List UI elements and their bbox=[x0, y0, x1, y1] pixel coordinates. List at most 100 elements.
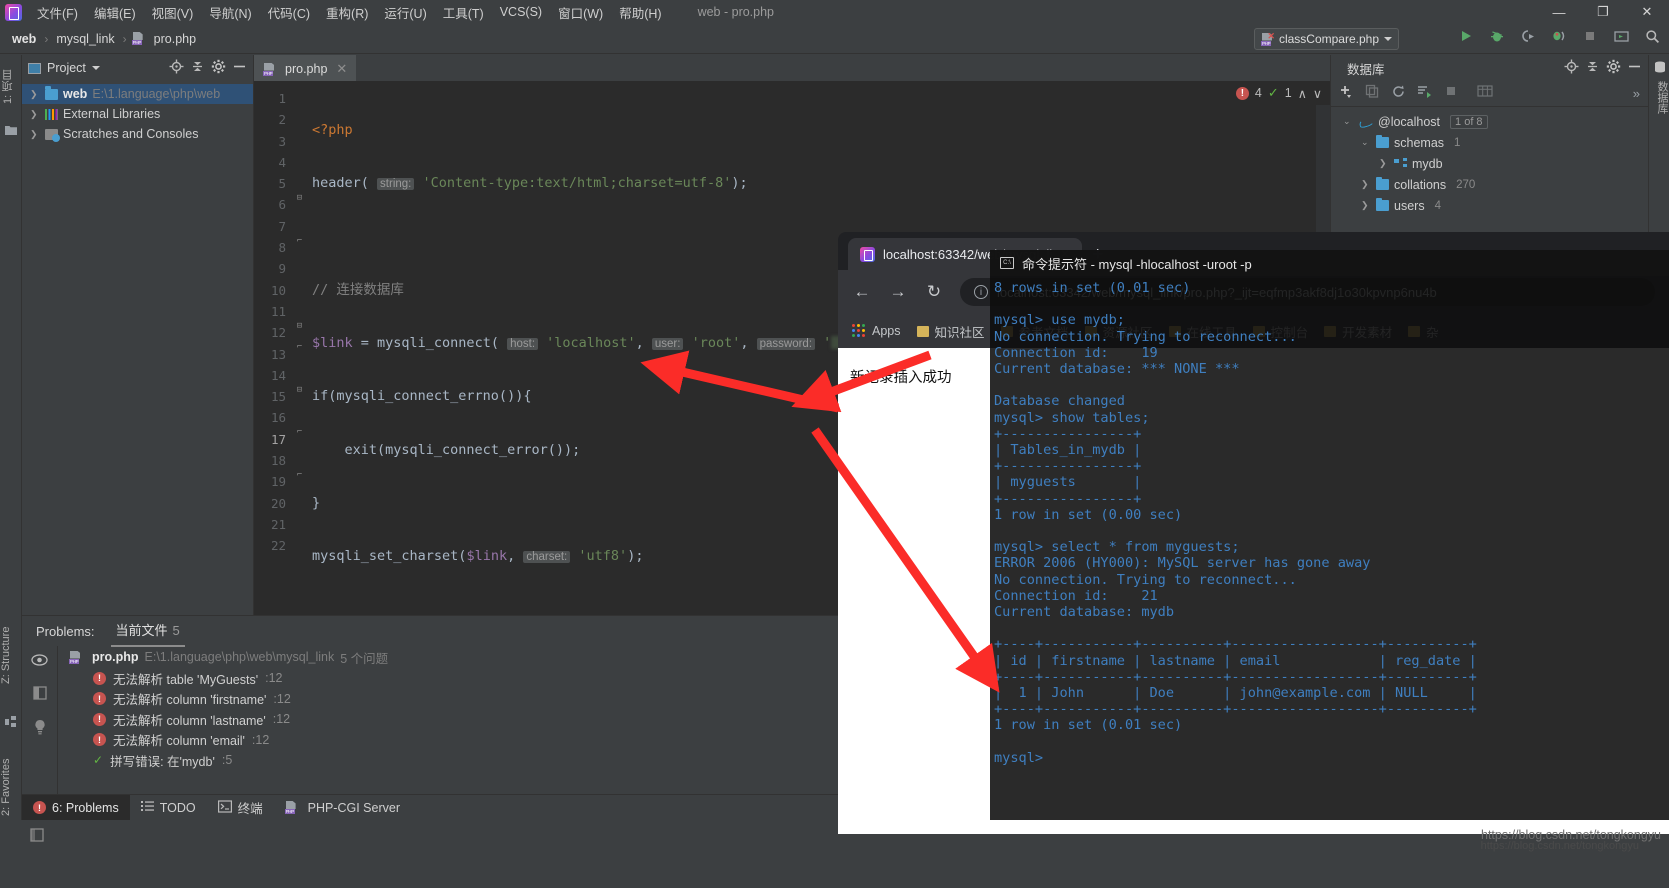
chevron-down-icon[interactable] bbox=[91, 66, 100, 70]
fold-end-icon[interactable]: ⌐ bbox=[295, 343, 304, 352]
layout-icon[interactable] bbox=[30, 828, 44, 847]
tree-item-web[interactable]: ❯ web E:\1.language\php\web bbox=[22, 84, 253, 104]
breadcrumb-item-mysql-link[interactable]: mysql_link bbox=[53, 31, 117, 47]
problem-row[interactable]: ! 无法解析 column 'email' :12 bbox=[59, 730, 838, 751]
bookmark-item[interactable]: 知识社区 bbox=[916, 322, 985, 341]
problem-row[interactable]: ! 无法解析 table 'MyGuests' :12 bbox=[59, 668, 838, 689]
chevron-down-icon[interactable]: ⌄ bbox=[1361, 137, 1371, 148]
chevron-right-icon[interactable]: ❯ bbox=[1361, 200, 1371, 211]
stop-icon[interactable] bbox=[1581, 27, 1599, 45]
menu-item-code[interactable]: 代码(C) bbox=[260, 0, 318, 25]
close-button[interactable]: ✕ bbox=[1625, 0, 1669, 24]
tool-window-favorites-label[interactable]: 2: Favorites bbox=[0, 745, 22, 829]
menu-item-refactor[interactable]: 重构(R) bbox=[318, 0, 376, 25]
menu-item-help[interactable]: 帮助(H) bbox=[611, 0, 669, 25]
profile-icon[interactable] bbox=[1550, 27, 1568, 45]
bottom-tab-php-cgi-server[interactable]: PHP-CGI Server bbox=[274, 795, 411, 821]
tool-window-structure-label[interactable]: Z: Structure bbox=[0, 610, 22, 700]
code-folding-gutter[interactable]: ⊟ ⌐ ⊟ ⌐ ⊟ ⌐ ⌐ bbox=[292, 81, 308, 615]
db-node-mydb[interactable]: ❯ mydb bbox=[1331, 153, 1648, 174]
table-view-icon[interactable] bbox=[1477, 84, 1493, 103]
breadcrumb-item-pro-php[interactable]: pro.php bbox=[151, 31, 199, 47]
duplicate-icon[interactable] bbox=[1365, 84, 1380, 104]
chevron-right-icon[interactable]: ❯ bbox=[30, 89, 40, 100]
structure-icon[interactable] bbox=[5, 715, 17, 727]
locate-icon[interactable] bbox=[1564, 59, 1579, 77]
hide-panel-icon[interactable] bbox=[232, 59, 247, 77]
run-icon[interactable] bbox=[1457, 27, 1475, 45]
bottom-tab-problems[interactable]: ! 6: Problems bbox=[22, 794, 130, 821]
fold-collapse-icon[interactable]: ⊟ bbox=[295, 386, 304, 395]
db-node-collations[interactable]: ❯ collations 270 bbox=[1331, 174, 1648, 195]
menu-item-vcs[interactable]: VCS(S) bbox=[492, 2, 550, 22]
reload-icon[interactable]: ↻ bbox=[924, 282, 944, 302]
menu-item-run[interactable]: 运行(U) bbox=[376, 0, 434, 25]
folder-icon[interactable] bbox=[5, 123, 17, 135]
menu-item-tools[interactable]: 工具(T) bbox=[435, 0, 492, 25]
database-cylinder-icon[interactable] bbox=[1654, 60, 1666, 73]
menu-item-view[interactable]: 视图(V) bbox=[144, 0, 202, 25]
menu-item-edit[interactable]: 编辑(E) bbox=[86, 0, 144, 25]
fold-end-icon[interactable]: ⌐ bbox=[295, 237, 304, 246]
chevron-right-icon[interactable]: ❯ bbox=[30, 109, 40, 120]
forward-icon[interactable]: → bbox=[888, 282, 908, 302]
problems-file-row[interactable]: pro.php E:\1.language\php\web\mysql_link… bbox=[59, 646, 838, 668]
project-panel-title-group[interactable]: Project bbox=[28, 61, 100, 75]
gear-icon[interactable] bbox=[211, 59, 226, 77]
db-node-users[interactable]: ❯ users 4 bbox=[1331, 195, 1648, 216]
collapse-all-icon[interactable] bbox=[1585, 59, 1600, 77]
menu-item-window[interactable]: 窗口(W) bbox=[550, 0, 611, 25]
hide-panel-icon[interactable] bbox=[1627, 59, 1642, 77]
bottom-tab-todo[interactable]: TODO bbox=[130, 795, 207, 821]
problem-row[interactable]: ! 无法解析 column 'lastname' :12 bbox=[59, 709, 838, 730]
minimize-button[interactable]: — bbox=[1537, 0, 1581, 24]
run-with-coverage-icon[interactable] bbox=[1519, 27, 1537, 45]
bookmark-apps[interactable]: Apps bbox=[852, 324, 901, 338]
editor-tab-pro-php[interactable]: pro.php ✕ bbox=[254, 55, 357, 81]
bottom-tab-terminal[interactable]: 终端 bbox=[207, 795, 274, 821]
maximize-button[interactable]: ❐ bbox=[1581, 0, 1625, 24]
breadcrumb-item-web[interactable]: web bbox=[9, 31, 39, 47]
tree-item-scratches-and-consoles[interactable]: ❯ Scratches and Consoles bbox=[22, 124, 253, 144]
fold-end-icon[interactable]: ⌐ bbox=[295, 428, 304, 437]
next-problem-icon[interactable]: ∨ bbox=[1313, 86, 1322, 101]
search-icon[interactable] bbox=[1643, 27, 1661, 45]
run-configuration-selector[interactable]: ✕ classCompare.php bbox=[1253, 28, 1399, 50]
fold-end-icon[interactable]: ⌐ bbox=[295, 471, 304, 480]
problems-tab-current-file[interactable]: 当前文件 5 bbox=[110, 616, 185, 647]
debug-icon[interactable] bbox=[1488, 27, 1506, 45]
tool-window-database-label[interactable]: 数据库 bbox=[1649, 81, 1669, 114]
fold-collapse-icon[interactable]: ⊟ bbox=[295, 322, 304, 331]
chevron-right-icon[interactable]: ❯ bbox=[1361, 179, 1371, 190]
more-options-icon[interactable]: » bbox=[1633, 86, 1640, 101]
stop-icon[interactable] bbox=[1444, 84, 1458, 103]
run-query-icon[interactable] bbox=[1417, 84, 1433, 104]
split-view-icon[interactable] bbox=[32, 686, 47, 705]
collapse-all-icon[interactable] bbox=[190, 59, 205, 77]
gear-icon[interactable] bbox=[1606, 59, 1621, 77]
menu-item-file[interactable]: 文件(F) bbox=[29, 0, 86, 25]
chevron-right-icon[interactable]: ❯ bbox=[30, 129, 40, 140]
locate-icon[interactable] bbox=[169, 59, 184, 77]
lightbulb-icon[interactable] bbox=[33, 719, 47, 740]
chevron-down-icon[interactable]: ⌄ bbox=[1343, 116, 1353, 127]
problem-row[interactable]: ! 无法解析 column 'firstname' :12 bbox=[59, 689, 838, 710]
preview-icon[interactable] bbox=[31, 653, 48, 672]
cmd-output[interactable]: 8 rows in set (0.01 sec) mysql> use mydb… bbox=[990, 276, 1669, 766]
menu-item-navigate[interactable]: 导航(N) bbox=[201, 0, 259, 25]
inspection-status[interactable]: ! 4 ✓ 1 ∧ ∨ bbox=[1227, 81, 1330, 105]
refresh-icon[interactable] bbox=[1391, 84, 1406, 104]
close-icon[interactable]: ✕ bbox=[336, 61, 347, 77]
site-info-icon[interactable]: i bbox=[974, 285, 988, 299]
terminal-icon[interactable] bbox=[1612, 27, 1630, 45]
problem-row[interactable]: ✓ 拼写错误: 在'mydb' :5 bbox=[59, 750, 838, 771]
db-node-localhost[interactable]: ⌄ @localhost 1 of 8 bbox=[1331, 111, 1648, 132]
tool-window-project-label[interactable]: 1: 项目 bbox=[0, 59, 22, 115]
db-node-schemas[interactable]: ⌄ schemas 1 bbox=[1331, 132, 1648, 153]
previous-problem-icon[interactable]: ∧ bbox=[1298, 86, 1307, 101]
tree-item-external-libraries[interactable]: ❯ External Libraries bbox=[22, 104, 253, 124]
back-icon[interactable]: ← bbox=[852, 282, 872, 302]
chevron-right-icon[interactable]: ❯ bbox=[1379, 158, 1389, 169]
add-datasource-icon[interactable] bbox=[1339, 84, 1354, 104]
fold-collapse-icon[interactable]: ⊟ bbox=[295, 194, 304, 203]
